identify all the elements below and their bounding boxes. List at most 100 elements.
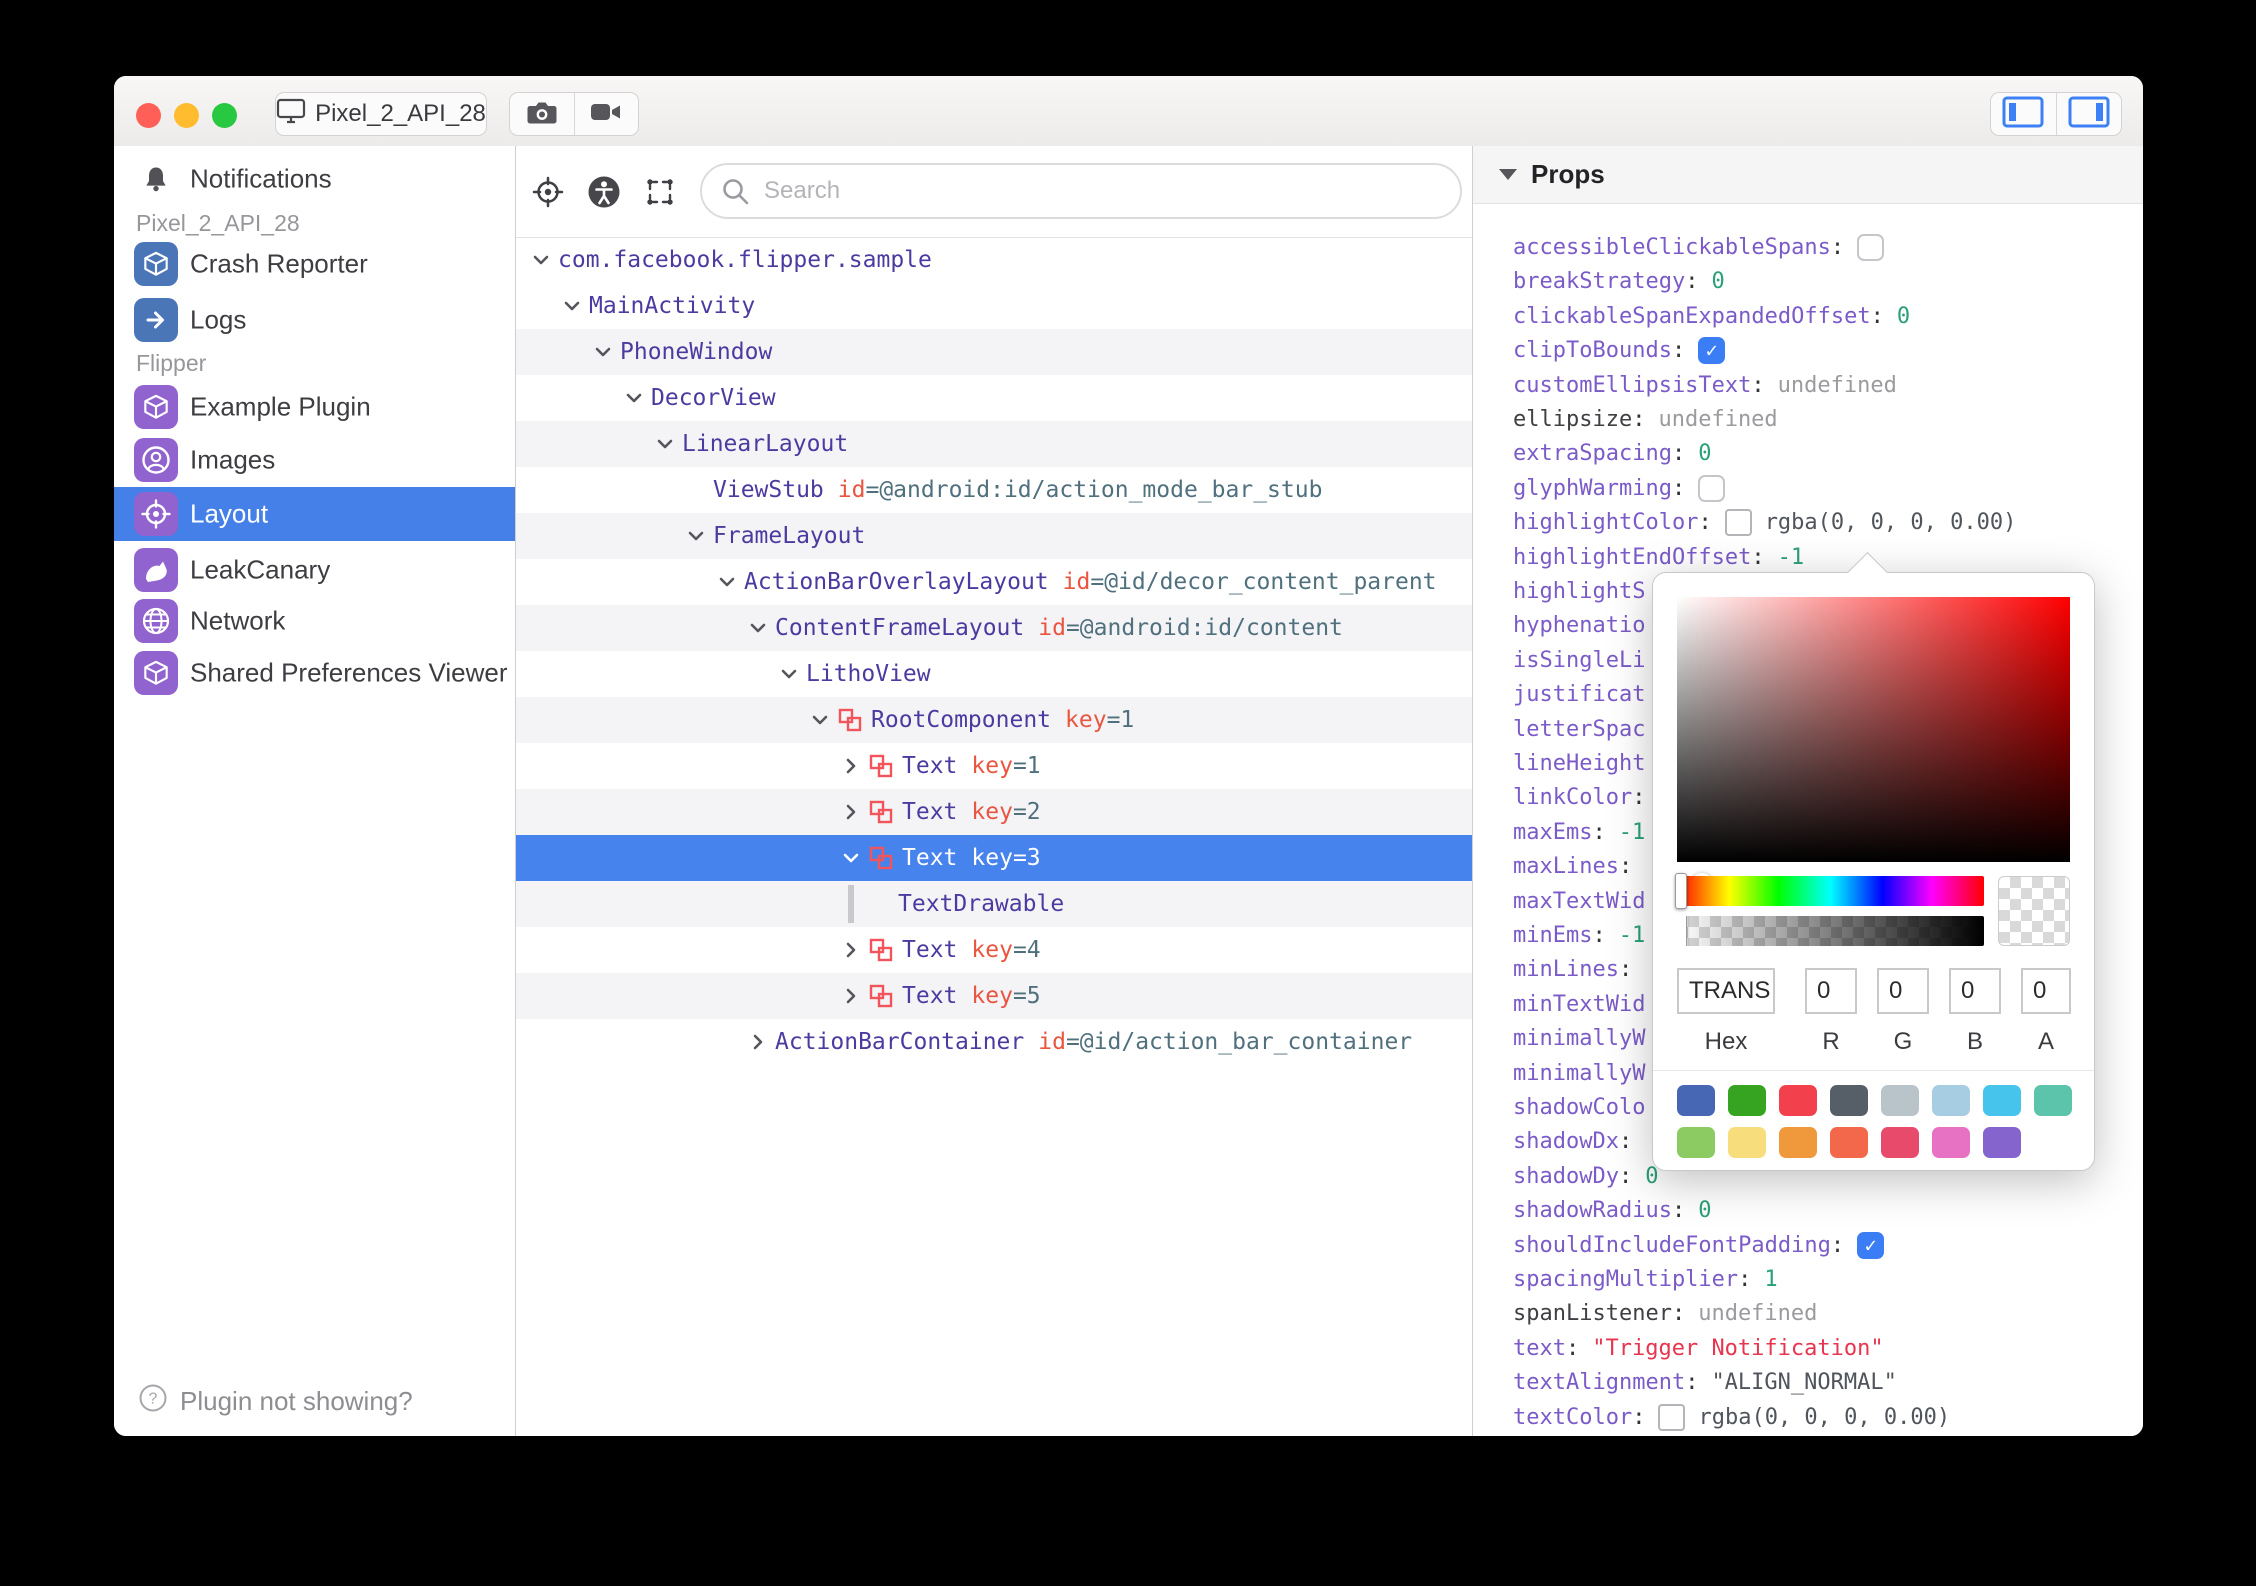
tree-node-attr-key: key	[971, 845, 1013, 871]
g-label: G	[1893, 1028, 1913, 1055]
tree-row[interactable]: ViewStub id =@android:id/action_mode_bar_s…	[516, 467, 1472, 513]
tree-row[interactable]: TextDrawable	[516, 881, 1472, 927]
chevron-down-icon[interactable]	[561, 295, 583, 317]
tree-node-name: ActionBarContainer	[775, 1029, 1025, 1055]
tree-row[interactable]: FrameLayout	[516, 513, 1472, 559]
tree-row[interactable]: LithoView	[516, 651, 1472, 697]
sidebar-item-logs[interactable]: Logs	[114, 293, 515, 347]
chevron-down-icon[interactable]	[623, 387, 645, 409]
sidebar-item-crash-reporter[interactable]: Crash Reporter	[114, 237, 515, 291]
close-button[interactable]	[136, 103, 161, 128]
flipper-window: Pixel_2_API_28 Notifications Pixel_2_API…	[114, 76, 2143, 1436]
sidebar-section-device: Pixel_2_API_28	[136, 210, 300, 236]
chevron-down-icon[interactable]	[530, 249, 552, 271]
tree-row[interactable]: DecorView	[516, 375, 1472, 421]
chevron-right-icon[interactable]	[840, 985, 862, 1007]
checkbox[interactable]: ✓	[1698, 336, 1726, 364]
chevron-down-icon[interactable]	[778, 663, 800, 685]
palette-swatch[interactable]	[1932, 1085, 1970, 1116]
tree-row[interactable]: PhoneWindow	[516, 329, 1472, 375]
chevron-down-icon[interactable]	[809, 709, 831, 731]
palette-swatch[interactable]	[2034, 1085, 2072, 1116]
props-header[interactable]: Props	[1473, 146, 2143, 204]
minimize-button[interactable]	[174, 103, 199, 128]
checkbox[interactable]	[1698, 474, 1726, 502]
palette-swatch[interactable]	[1779, 1085, 1817, 1116]
palette-swatch[interactable]	[1728, 1127, 1766, 1158]
hue-slider-handle[interactable]	[1675, 873, 1687, 909]
chevron-down-icon[interactable]	[716, 571, 738, 593]
screenshot-button[interactable]	[510, 93, 574, 135]
prop-key: clickableSpanExpandedOffset	[1513, 303, 1871, 329]
palette-swatch[interactable]	[1830, 1085, 1868, 1116]
tree-row[interactable]: ContentFrameLayout id =@android:id/content	[516, 605, 1472, 651]
chevron-down-icon[interactable]	[592, 341, 614, 363]
sidebar-item-network[interactable]: Network	[114, 594, 515, 648]
sidebar-item-notifications[interactable]: Notifications	[114, 152, 515, 206]
checkbox[interactable]: ✓	[1857, 1231, 1885, 1259]
chevron-down-icon[interactable]	[654, 433, 676, 455]
palette-swatch[interactable]	[1983, 1127, 2021, 1158]
prop-key: text	[1513, 1335, 1566, 1361]
tree-row[interactable]: MainActivity	[516, 283, 1472, 329]
device-selector-button[interactable]: Pixel_2_API_28	[275, 92, 487, 136]
sidebar-item-leakcanary[interactable]: LeakCanary	[114, 543, 515, 597]
plugin-not-showing-link[interactable]: ? Plugin not showing?	[138, 1383, 413, 1420]
palette-swatch[interactable]	[1932, 1127, 1970, 1158]
tree-row[interactable]: Text key =1	[516, 743, 1472, 789]
alpha-slider[interactable]	[1677, 916, 1984, 946]
color-swatch[interactable]	[1658, 1403, 1686, 1431]
search-input[interactable]	[762, 176, 1460, 206]
chevron-right-icon[interactable]	[840, 755, 862, 777]
chevron-right-icon[interactable]	[747, 1031, 769, 1053]
chevron-right-icon[interactable]	[840, 939, 862, 961]
toggle-left-panel-icon	[2001, 95, 2045, 134]
hex-input[interactable]	[1677, 968, 1775, 1014]
green-input[interactable]	[1877, 968, 1929, 1014]
zoom-button[interactable]	[212, 103, 237, 128]
target-mode-button[interactable]	[531, 175, 565, 214]
capture-button-group	[509, 92, 639, 136]
palette-swatch[interactable]	[1677, 1127, 1715, 1158]
palette-swatch[interactable]	[1677, 1085, 1715, 1116]
red-input[interactable]	[1805, 968, 1857, 1014]
tree-row[interactable]: Text key =4	[516, 927, 1472, 973]
tree-row[interactable]: ActionBarContainer id =@id/action_bar_cont…	[516, 1019, 1472, 1065]
sidebar-item-layout[interactable]: Layout	[114, 487, 515, 541]
alpha-input[interactable]	[2021, 968, 2071, 1014]
tree-row[interactable]: LinearLayout	[516, 421, 1472, 467]
tree-row[interactable]: Text key =2	[516, 789, 1472, 835]
tree-row[interactable]: RootComponent key =1	[516, 697, 1472, 743]
expand-selection-button[interactable]	[643, 175, 677, 214]
tree-row[interactable]: Text key =3	[516, 835, 1472, 881]
chevron-down-icon[interactable]	[685, 525, 707, 547]
palette-swatch[interactable]	[1983, 1085, 2021, 1116]
palette-swatch[interactable]	[1779, 1127, 1817, 1158]
sidebar-item-shared-preferences-viewer[interactable]: Shared Preferences Viewer	[114, 646, 515, 700]
checkbox[interactable]	[1857, 233, 1885, 261]
palette-swatch[interactable]	[1830, 1127, 1868, 1158]
tree-row[interactable]: com.facebook.flipper.sample	[516, 237, 1472, 283]
alpha-slider-handle[interactable]	[1677, 916, 1687, 946]
layout-inspector-panel: com.facebook.flipper.sample MainActivity P…	[516, 146, 1472, 1436]
record-video-button[interactable]	[575, 93, 639, 135]
hue-slider[interactable]	[1675, 873, 1984, 909]
palette-swatch[interactable]	[1881, 1085, 1919, 1116]
palette-swatch[interactable]	[1881, 1127, 1919, 1158]
toggle-right-panel-button[interactable]	[2057, 93, 2122, 135]
cube-icon	[134, 651, 178, 695]
prop-key: glyphWarming	[1513, 475, 1672, 501]
sidebar-item-images[interactable]: Images	[114, 433, 515, 487]
chevron-right-icon[interactable]	[840, 801, 862, 823]
color-swatch[interactable]	[1724, 508, 1752, 536]
tree-row[interactable]: ActionBarOverlayLayout id =@id/decor_conte…	[516, 559, 1472, 605]
blue-input[interactable]	[1949, 968, 2001, 1014]
saturation-brightness-area[interactable]	[1677, 597, 2070, 895]
accessibility-mode-button[interactable]	[587, 175, 621, 214]
sidebar-item-example-plugin[interactable]: Example Plugin	[114, 380, 515, 434]
chevron-down-icon[interactable]	[840, 847, 862, 869]
tree-row[interactable]: Text key =5	[516, 973, 1472, 1019]
toggle-left-panel-button[interactable]	[1991, 93, 2056, 135]
palette-swatch[interactable]	[1728, 1085, 1766, 1116]
chevron-down-icon[interactable]	[747, 617, 769, 639]
